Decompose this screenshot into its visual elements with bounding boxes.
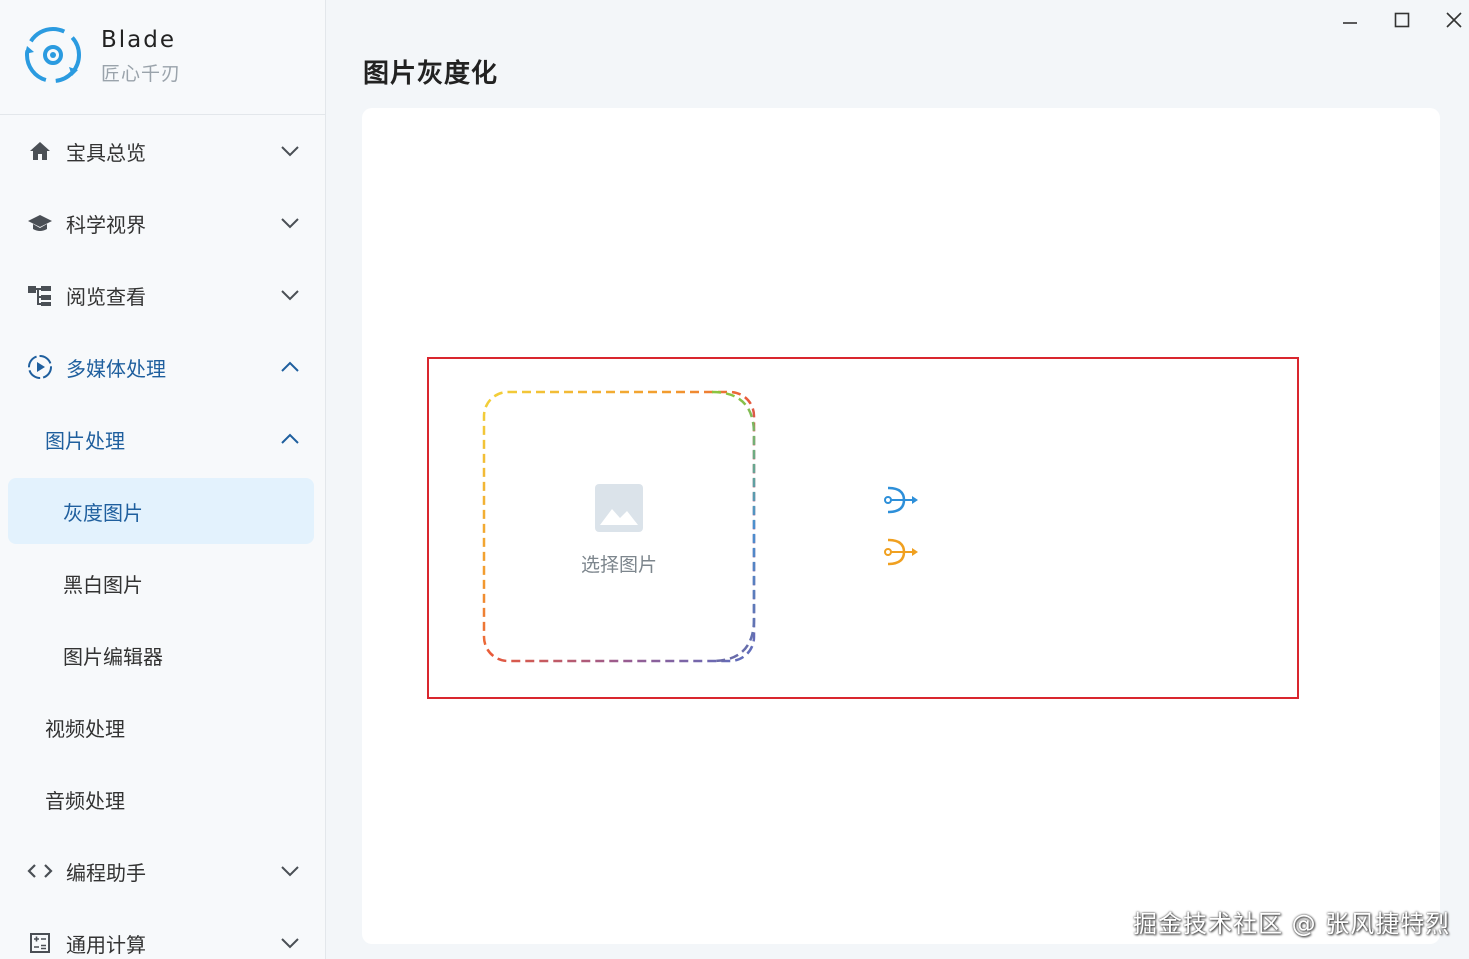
sidebar-item-label: 图片编辑器 xyxy=(63,644,163,669)
chevron-up-icon xyxy=(281,433,299,444)
sidebar-item-audio-processing[interactable]: 音频处理 xyxy=(0,766,326,832)
maximize-button[interactable] xyxy=(1390,8,1414,32)
minimize-icon xyxy=(1343,22,1357,24)
tree-structure-icon xyxy=(26,281,54,309)
maximize-icon xyxy=(1394,12,1410,28)
sidebar-item-label: 科学视界 xyxy=(66,212,146,237)
sidebar-item-label: 音频处理 xyxy=(45,788,125,813)
sidebar-item-image-processing[interactable]: 图片处理 xyxy=(0,406,326,472)
image-placeholder-icon xyxy=(595,484,643,532)
chevron-down-icon xyxy=(281,218,299,229)
chevron-down-icon xyxy=(281,866,299,877)
sidebar-item-label: 视频处理 xyxy=(45,716,125,741)
sidebar-item-bw-image[interactable]: 黑白图片 xyxy=(0,550,326,616)
sidebar-item-coding-assistant[interactable]: 编程助手 xyxy=(0,838,326,904)
chevron-down-icon xyxy=(281,938,299,949)
brand-name: Blade xyxy=(101,27,177,53)
select-image-label: 选择图片 xyxy=(580,554,657,576)
sidebar-item-label: 图片处理 xyxy=(45,428,125,453)
sidebar-item-label: 多媒体处理 xyxy=(66,356,166,381)
sidebar-item-grayscale-image[interactable]: 灰度图片 xyxy=(8,478,314,544)
chevron-down-icon xyxy=(281,146,299,157)
sidebar-item-label: 阅览查看 xyxy=(66,284,146,309)
sidebar-item-label: 通用计算 xyxy=(66,932,146,957)
sidebar-item-label: 编程助手 xyxy=(66,860,146,885)
sidebar: Blade 匠心千刃 宝具总览 科学视界 阅览查看 多媒体处理 图片处理 灰度图… xyxy=(0,0,326,959)
minimize-button[interactable] xyxy=(1338,8,1362,32)
chevron-down-icon xyxy=(281,290,299,301)
blade-logo-icon xyxy=(25,27,81,83)
sidebar-item-label: 黑白图片 xyxy=(63,572,143,597)
sidebar-item-overview[interactable]: 宝具总览 xyxy=(0,118,326,184)
sidebar-item-browse[interactable]: 阅览查看 xyxy=(0,262,326,328)
close-button[interactable] xyxy=(1442,8,1466,32)
close-icon xyxy=(1446,12,1462,28)
page-title: 图片灰度化 xyxy=(363,59,499,89)
sidebar-item-multimedia[interactable]: 多媒体处理 xyxy=(0,334,326,400)
sidebar-item-video-processing[interactable]: 视频处理 xyxy=(0,694,326,760)
sidebar-item-image-editor[interactable]: 图片编辑器 xyxy=(0,622,326,688)
brand-subtitle: 匠心千刃 xyxy=(101,63,182,85)
select-image-button[interactable]: 选择图片 xyxy=(482,390,756,663)
convert-arrow-blue-icon[interactable] xyxy=(882,482,922,518)
sidebar-item-label: 灰度图片 xyxy=(63,500,143,525)
watermark: 掘金技术社区 @ 张风捷特烈 xyxy=(1133,910,1451,938)
calculator-icon xyxy=(26,929,54,957)
play-circle-icon xyxy=(26,353,54,381)
sidebar-item-label: 宝具总览 xyxy=(66,140,146,165)
code-icon xyxy=(26,857,54,885)
graduation-cap-icon xyxy=(26,209,54,237)
sidebar-item-general-calculation[interactable]: 通用计算 xyxy=(0,910,326,959)
brand-header: Blade 匠心千刃 xyxy=(0,0,325,115)
convert-arrow-orange-icon[interactable] xyxy=(882,534,922,570)
home-icon xyxy=(26,137,54,165)
sidebar-item-science[interactable]: 科学视界 xyxy=(0,190,326,256)
chevron-up-icon xyxy=(281,361,299,372)
